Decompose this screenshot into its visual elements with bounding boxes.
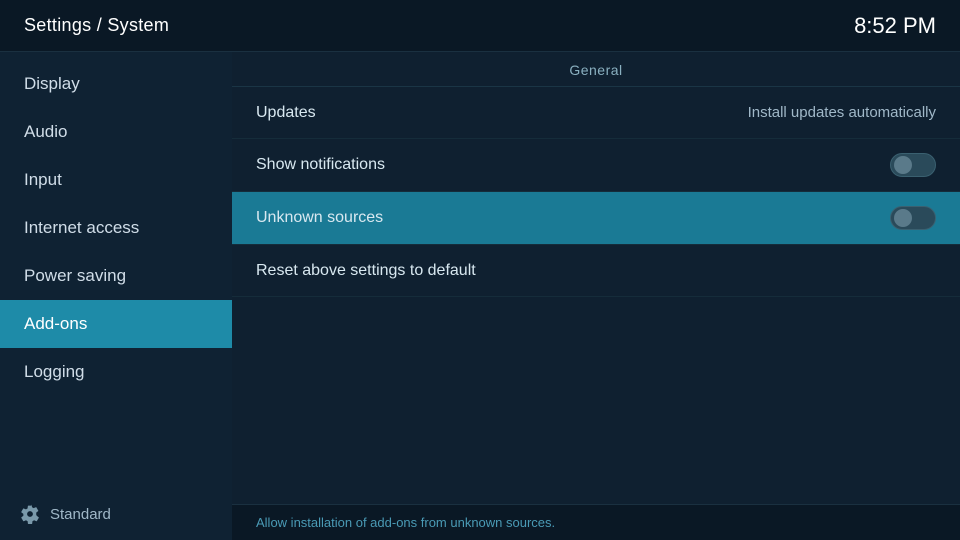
sidebar-item-add-ons[interactable]: Add-ons	[0, 300, 232, 348]
main-layout: Display Audio Input Internet access Powe…	[0, 52, 960, 540]
sidebar-item-power-saving[interactable]: Power saving	[0, 252, 232, 300]
sidebar-item-audio[interactable]: Audio	[0, 108, 232, 156]
sidebar-item-display[interactable]: Display	[0, 60, 232, 108]
section-label: General	[232, 52, 960, 87]
gear-icon	[20, 504, 40, 524]
show-notifications-label: Show notifications	[256, 156, 385, 174]
sidebar-item-input[interactable]: Input	[0, 156, 232, 204]
show-notifications-toggle[interactable]	[890, 153, 936, 177]
updates-value: Install updates automatically	[748, 104, 936, 121]
setting-row-show-notifications[interactable]: Show notifications	[232, 139, 960, 192]
status-text: Allow installation of add-ons from unkno…	[256, 515, 555, 530]
sidebar-standard-label: Standard	[50, 506, 111, 523]
page-title: Settings / System	[24, 15, 169, 36]
settings-list: Updates Install updates automatically Sh…	[232, 87, 960, 504]
setting-row-reset-settings[interactable]: Reset above settings to default	[232, 245, 960, 297]
reset-settings-label: Reset above settings to default	[256, 262, 476, 280]
setting-row-updates[interactable]: Updates Install updates automatically	[232, 87, 960, 139]
unknown-sources-toggle[interactable]	[890, 206, 936, 230]
clock: 8:52 PM	[854, 13, 936, 39]
sidebar-item-logging[interactable]: Logging	[0, 348, 232, 396]
sidebar: Display Audio Input Internet access Powe…	[0, 52, 232, 540]
status-bar: Allow installation of add-ons from unkno…	[232, 504, 960, 540]
header: Settings / System 8:52 PM	[0, 0, 960, 52]
setting-row-unknown-sources[interactable]: Unknown sources	[232, 192, 960, 245]
sidebar-item-internet-access[interactable]: Internet access	[0, 204, 232, 252]
content-area: General Updates Install updates automati…	[232, 52, 960, 540]
sidebar-bottom: Standard	[0, 488, 232, 540]
unknown-sources-label: Unknown sources	[256, 209, 383, 227]
updates-label: Updates	[256, 104, 316, 122]
